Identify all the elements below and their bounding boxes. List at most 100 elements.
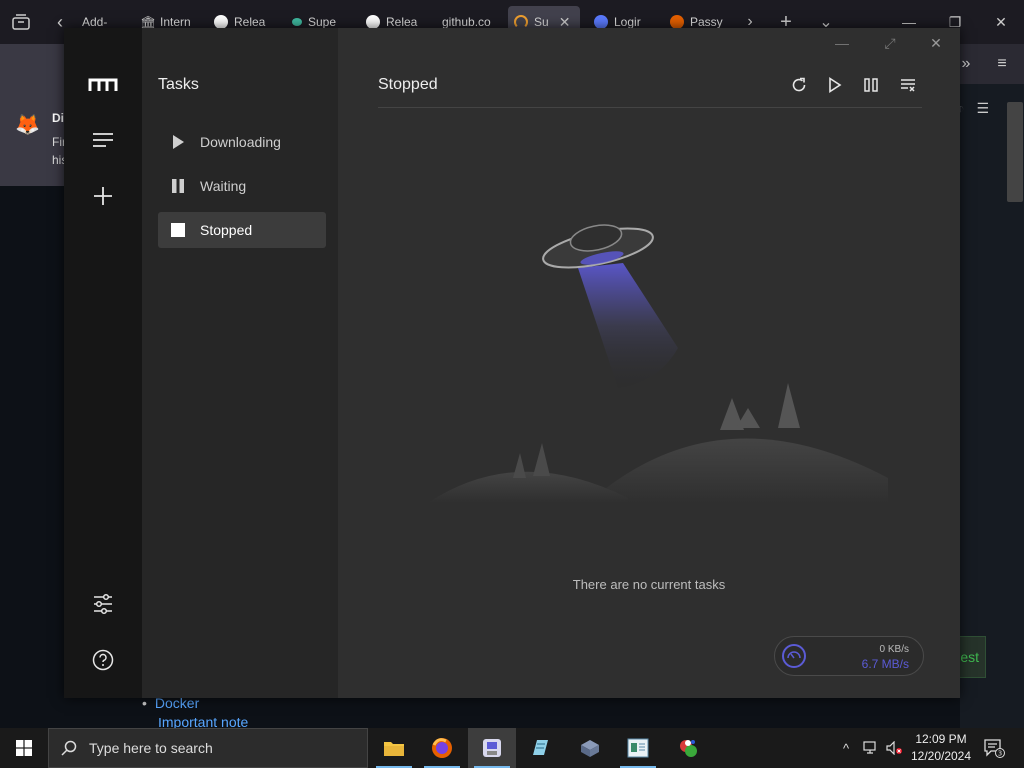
tab-label: Intern: [160, 15, 191, 29]
chevron-left-icon: ‹: [57, 11, 63, 32]
volume-muted-icon: [886, 741, 902, 755]
tab-label: Logir: [614, 15, 641, 29]
tab-label: Passy: [690, 15, 723, 29]
nav-item-label: Waiting: [200, 178, 247, 194]
button-label: est: [960, 649, 979, 665]
taskbar-search[interactable]: Type here to search: [48, 728, 368, 768]
taskbar-clock[interactable]: 12:09 PM 12/20/2024: [906, 731, 976, 765]
refresh-button[interactable]: [786, 72, 812, 98]
tab-label: Relea: [234, 15, 266, 29]
taskbar-app-file-explorer[interactable]: [370, 728, 418, 768]
page-scrollbar[interactable]: [1007, 102, 1023, 202]
app-logo: [88, 70, 118, 100]
play-circle-icon: [594, 15, 608, 29]
search-icon: [61, 740, 77, 756]
tab-label: Supe: [308, 15, 337, 29]
upload-speed: 0 KB/s: [879, 644, 909, 655]
ufo-illustration: [428, 224, 888, 503]
speedometer[interactable]: 0 KB/s 6.7 MB/s: [774, 636, 924, 676]
taskbar-app-settings[interactable]: [614, 728, 662, 768]
github-icon: [214, 15, 228, 29]
notification-title: Di: [52, 111, 64, 125]
help-button[interactable]: [88, 645, 118, 675]
browser-notification: 🦊 Di Fir his: [0, 44, 70, 186]
nav-item-label: Downloading: [200, 134, 281, 150]
play-icon: [829, 77, 842, 93]
motrix-app-icon: [483, 739, 501, 757]
app-close-button[interactable]: ✕: [924, 32, 948, 54]
hamburger-icon: [93, 133, 113, 147]
nav-item-stopped[interactable]: Stopped: [158, 212, 326, 248]
page-green-button[interactable]: est: [956, 636, 986, 678]
tray-network[interactable]: [860, 728, 882, 768]
play-icon: [170, 134, 186, 150]
motrix-window: Tasks Downloading Waiting Stopped — ⤢ ✕ …: [64, 28, 960, 698]
nav-item-downloading[interactable]: Downloading: [158, 124, 326, 160]
pause-all-button[interactable]: [858, 72, 884, 98]
tab-label: github.co: [442, 15, 491, 29]
app-minimize-button[interactable]: —: [830, 32, 854, 54]
pause-icon: [864, 78, 878, 92]
chevron-up-icon: ^: [842, 740, 850, 756]
network-icon: [863, 741, 876, 754]
notepad-icon: [533, 740, 548, 755]
firefox-mascot-icon: 🦊: [15, 114, 40, 136]
stop-icon: [170, 222, 186, 238]
clear-list-icon: [901, 79, 915, 92]
taskbar-app-notes[interactable]: [516, 728, 564, 768]
app-rail: [64, 28, 142, 698]
firefox-icon: [670, 15, 684, 29]
speedometer-icon: [782, 644, 806, 668]
task-nav: Tasks Downloading Waiting Stopped: [142, 28, 338, 698]
motrix-logo-icon: [88, 78, 118, 91]
task-list-panel: — ⤢ ✕ Stopped There are no current tasks…: [338, 28, 960, 698]
pause-icon: [170, 178, 186, 194]
tab-label: Su: [534, 15, 549, 29]
notification-center-button[interactable]: 3: [978, 728, 1010, 768]
notification-count: 3: [998, 750, 1002, 758]
hamburger-icon: ≡: [997, 55, 1007, 72]
empty-state-message: There are no current tasks: [572, 577, 726, 592]
minimize-icon: —: [835, 35, 849, 51]
nav-item-label: Stopped: [200, 222, 253, 238]
tray-volume[interactable]: [884, 728, 906, 768]
help-icon: [92, 649, 114, 671]
menu-toggle-button[interactable]: [88, 125, 118, 155]
tab-overview-button[interactable]: [0, 0, 42, 44]
list-item[interactable]: Important note: [158, 718, 248, 728]
taskbar-app-game[interactable]: [664, 728, 712, 768]
close-icon: ✕: [995, 13, 1007, 30]
start-button[interactable]: [0, 728, 48, 768]
tab-overview-icon: [12, 14, 30, 30]
maximize-icon: ⤢: [884, 34, 896, 51]
page-toolbar-icons: ◐ ☰: [956, 100, 989, 117]
clock-date: 12/20/2024: [910, 749, 972, 763]
tab-label: Add-: [82, 15, 108, 29]
windows-taskbar: Type here to search ^ 12:09 PM 12/20/202…: [0, 728, 1024, 768]
list-icon[interactable]: ☰: [976, 100, 989, 117]
taskbar-app-motrix[interactable]: [468, 728, 516, 768]
cube-icon: [581, 740, 599, 757]
resume-all-button[interactable]: [822, 72, 848, 98]
nav-item-waiting[interactable]: Waiting: [158, 168, 326, 204]
search-placeholder: Type here to search: [89, 740, 213, 756]
tray-overflow-button[interactable]: ^: [836, 728, 856, 768]
taskbar-app-firefox[interactable]: [418, 728, 466, 768]
plus-icon: [94, 187, 112, 205]
notification-icon: 3: [984, 739, 1005, 758]
preferences-button[interactable]: [88, 589, 118, 619]
sliders-icon: [94, 593, 112, 615]
clear-records-button[interactable]: [895, 72, 921, 98]
tab-favicon-icon: [514, 15, 528, 29]
taskbar-app-virtualbox[interactable]: [566, 728, 614, 768]
tab-label: Relea: [386, 15, 418, 29]
menu-button[interactable]: ≡: [988, 44, 1016, 84]
firefox-icon: [432, 738, 452, 758]
close-window-button[interactable]: ✕: [978, 0, 1024, 44]
download-speed: 6.7 MB/s: [861, 657, 909, 671]
add-task-button[interactable]: [88, 181, 118, 211]
close-icon: ✕: [930, 34, 942, 51]
app-maximize-button[interactable]: ⤢: [878, 32, 902, 54]
window-app-icon: [627, 738, 649, 758]
link-important-note[interactable]: Important note: [158, 718, 248, 728]
